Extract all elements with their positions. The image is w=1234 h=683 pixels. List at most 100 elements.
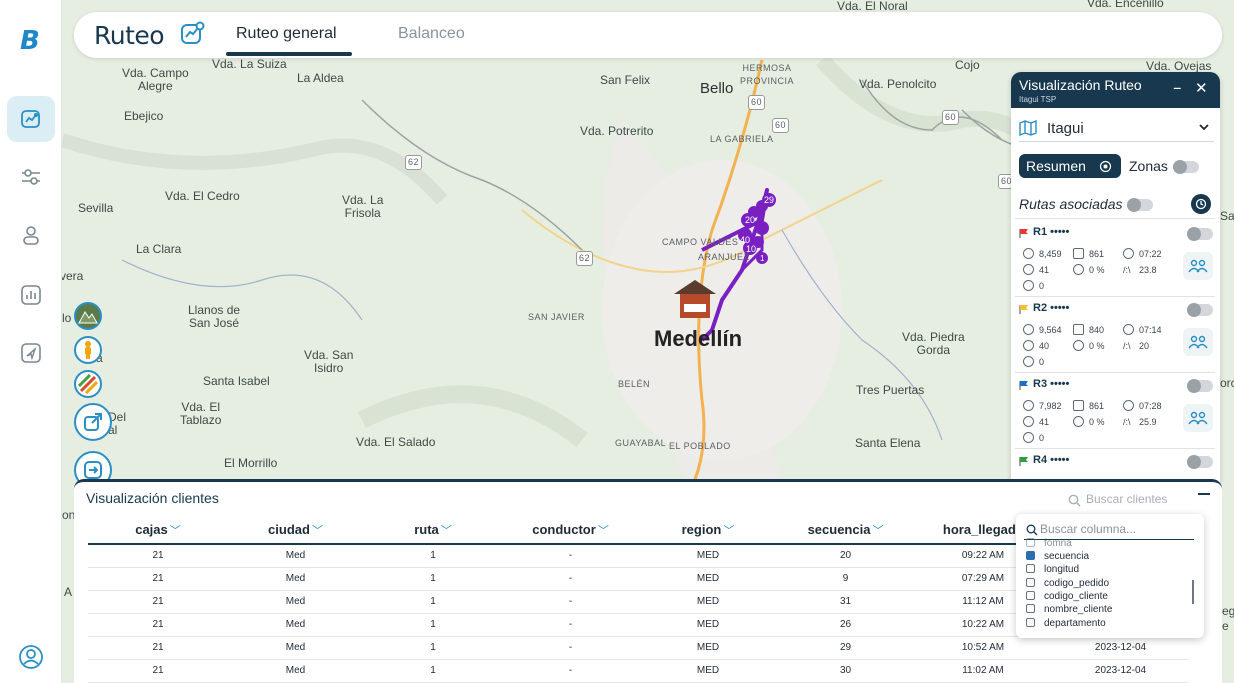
column-header[interactable]: region ﹀: [638, 516, 778, 545]
open-external-icon[interactable]: [74, 403, 112, 441]
column-header[interactable]: secuencia ﹀: [778, 516, 913, 545]
route-card[interactable]: R4 •••••: [1019, 450, 1215, 482]
route-stops: 40: [1039, 341, 1050, 351]
place-label: Vda. Piedra Gorda: [902, 330, 965, 357]
table-row[interactable]: 21 Med 1- MED 30 11:02 AM 2023-12-04: [88, 659, 1188, 683]
road-shield: 60: [748, 95, 766, 110]
profile-icon[interactable]: [7, 634, 55, 680]
checkbox[interactable]: [1026, 564, 1035, 573]
tab-ruteo-general[interactable]: Ruteo general: [236, 25, 337, 43]
column-search-placeholder: Buscar columna...: [1040, 522, 1137, 536]
location-icon: [1023, 340, 1034, 351]
route-percent: 0 %: [1089, 417, 1105, 427]
divider: [1015, 448, 1215, 449]
history-icon[interactable]: [1191, 194, 1211, 214]
place-label: SAN JAVIER: [528, 312, 585, 322]
place-label: El Morrillo: [224, 456, 278, 470]
place-label: A: [64, 585, 73, 599]
column-header[interactable]: ruta ﹀: [363, 516, 503, 545]
column-option[interactable]: departamento: [1026, 618, 1106, 629]
city-select[interactable]: Itagui: [1019, 116, 1214, 142]
column-search-input[interactable]: Buscar columna...: [1024, 520, 1194, 540]
road-shield: 62: [576, 251, 594, 266]
checkbox[interactable]: [1026, 604, 1035, 613]
route-toggle[interactable]: [1187, 455, 1213, 469]
box-icon: [1073, 400, 1084, 411]
traffic-layer-icon[interactable]: [74, 370, 102, 398]
panel-title: Visualización Ruteo: [1019, 77, 1142, 93]
place-label: BELÉN: [618, 379, 651, 389]
column-option[interactable]: fomna: [1026, 538, 1072, 549]
place-label: HERMOSA PROVINCIA: [740, 63, 795, 86]
route-name: R1 •••••: [1033, 226, 1070, 238]
svg-text:29: 29: [764, 195, 774, 205]
checkbox[interactable]: [1026, 578, 1035, 587]
clients-search-input[interactable]: Buscar clientes: [1086, 492, 1167, 506]
column-picker: Buscar columna... fomna secuencia longit…: [1016, 514, 1204, 638]
street-view-icon[interactable]: [74, 336, 102, 364]
percent-icon: [1073, 264, 1084, 275]
place-label: ARANJUEZ: [698, 252, 750, 262]
route-boxes: 861: [1089, 249, 1105, 259]
nav-tracking-icon[interactable]: [7, 330, 55, 376]
road-shield: 60: [942, 110, 960, 125]
route-boxes: 840: [1089, 325, 1105, 335]
route-cost: 0: [1039, 281, 1045, 291]
cost-icon: [1023, 356, 1034, 367]
column-picker-scrollbar[interactable]: [1192, 580, 1194, 604]
group-users-icon[interactable]: [1183, 328, 1213, 356]
route-stops: 41: [1039, 417, 1050, 427]
percent-icon: [1073, 340, 1084, 351]
minimize-icon[interactable]: –: [1173, 78, 1182, 98]
resumen-button[interactable]: Resumen: [1019, 154, 1121, 178]
route-weight: 8,459: [1039, 249, 1062, 259]
route-card[interactable]: R2 ••••• 9,564 840 07:14 40 0 % /:\ 20 0: [1019, 298, 1215, 372]
route-distance: 25.9: [1139, 417, 1157, 427]
panel-subtitle: Itagui TSP: [1019, 95, 1057, 104]
nav-users-icon[interactable]: [7, 212, 55, 258]
column-header[interactable]: ciudad ﹀: [228, 516, 363, 545]
nav-reports-icon[interactable]: [7, 272, 55, 318]
place-label: Vda. El Salado: [356, 435, 436, 449]
column-header[interactable]: conductor ﹀: [503, 516, 638, 545]
route-toggle[interactable]: [1187, 303, 1213, 317]
column-option[interactable]: nombre_cliente: [1026, 604, 1112, 615]
group-users-icon[interactable]: [1183, 252, 1213, 280]
minimize-icon[interactable]: [1198, 493, 1210, 495]
place-label: La Aldea: [297, 71, 344, 85]
place-label: eg: [1222, 604, 1234, 618]
rutas-asociadas-toggle[interactable]: [1127, 198, 1153, 212]
place-label: orc: [1220, 376, 1234, 390]
place-label: Vda. El Cedro: [165, 189, 240, 203]
table-row[interactable]: 21 Med 1- MED 29 10:52 AM 2023-12-04: [88, 636, 1188, 660]
distance-icon: /:\: [1123, 417, 1131, 427]
close-icon[interactable]: ✕: [1195, 79, 1208, 97]
nav-settings-icon[interactable]: [7, 154, 55, 200]
column-option[interactable]: codigo_cliente: [1026, 591, 1108, 602]
terrain-layer-icon[interactable]: [74, 302, 102, 330]
column-option[interactable]: longitud: [1026, 564, 1079, 575]
divider: [1015, 372, 1215, 373]
route-toggle[interactable]: [1187, 379, 1213, 393]
route-card[interactable]: R1 ••••• 8,459 861 07:22 41 0 % /:\ 23.8…: [1019, 222, 1215, 296]
search-icon: [1068, 494, 1081, 507]
column-header[interactable]: cajas ﹀: [88, 516, 228, 545]
checkbox[interactable]: [1026, 618, 1035, 627]
route-card[interactable]: R3 ••••• 7,982 861 07:28 41 0 % /:\ 25.9…: [1019, 374, 1215, 448]
nav-routing-icon[interactable]: [7, 96, 55, 142]
checkbox[interactable]: [1026, 538, 1035, 547]
location-icon: [1023, 264, 1034, 275]
route-toggle[interactable]: [1187, 227, 1213, 241]
road-shield: 60: [772, 118, 790, 133]
location-icon: [1023, 416, 1034, 427]
column-option[interactable]: codigo_pedido: [1026, 578, 1109, 589]
checkbox-checked[interactable]: [1026, 551, 1035, 560]
tab-balanceo[interactable]: Balanceo: [398, 25, 465, 43]
group-users-icon[interactable]: [1183, 404, 1213, 432]
place-label: Bello: [700, 80, 734, 97]
checkbox[interactable]: [1026, 591, 1035, 600]
zonas-toggle[interactable]: [1173, 160, 1199, 174]
app-logo: B: [20, 26, 40, 56]
column-option[interactable]: secuencia: [1026, 551, 1089, 562]
weight-icon: [1023, 248, 1034, 259]
